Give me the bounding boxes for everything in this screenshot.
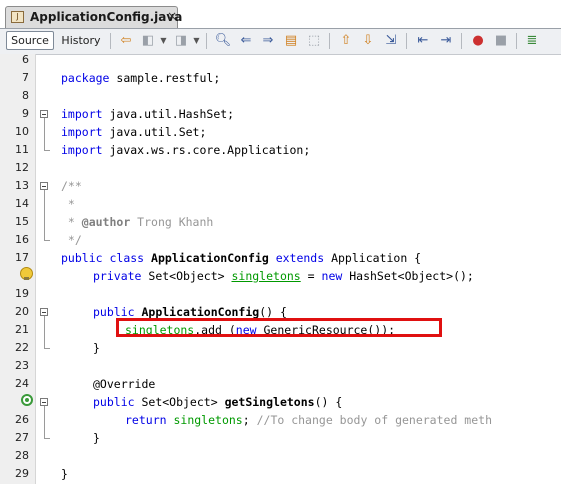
fold-guide <box>44 348 50 349</box>
shift-left-icon[interactable]: ⇤ <box>414 32 432 50</box>
code-line: } <box>93 431 100 445</box>
fold-toggle-icon[interactable] <box>40 182 48 190</box>
code-line: import java.util.HashSet; <box>61 107 235 121</box>
fold-toggle-icon[interactable] <box>40 308 48 316</box>
forward-dropdown-icon[interactable]: ▼ <box>192 32 201 50</box>
fold-guide <box>44 240 50 241</box>
code-editor[interactable]: 6 7 8 9 10 11 12 13 14 15 16 17 19 20 21… <box>0 53 561 484</box>
fold-guide <box>44 190 45 240</box>
find-icon[interactable]: 🔍︎ <box>214 32 232 50</box>
find-previous-icon[interactable]: ⇐ <box>237 32 255 50</box>
stop-macro-icon[interactable]: ■ <box>492 32 510 50</box>
fold-guide <box>44 316 45 348</box>
override-marker-icon[interactable] <box>21 394 33 406</box>
fold-guide <box>44 438 50 439</box>
file-tab-label: ApplicationConfig.java <box>30 10 183 24</box>
code-line: * @author Trong Khanh <box>61 215 214 229</box>
history-tab-button[interactable]: History <box>58 31 104 50</box>
line-number: 17 <box>15 251 29 264</box>
toolbar-separator <box>516 33 517 49</box>
back-icon[interactable]: ◧ <box>139 32 157 50</box>
fold-guide <box>44 150 50 151</box>
next-bookmark-icon[interactable]: ⇩ <box>359 32 377 50</box>
back-dropdown-icon[interactable]: ▼ <box>159 32 168 50</box>
line-number: 10 <box>15 125 29 138</box>
line-number: 15 <box>15 215 29 228</box>
line-number: 26 <box>15 413 29 426</box>
line-number: 6 <box>22 53 29 66</box>
editor-tab-bar: J ApplicationConfig.java × <box>0 0 561 28</box>
line-number: 24 <box>15 377 29 390</box>
fold-guide <box>44 118 45 150</box>
code-line: } <box>93 341 100 355</box>
line-number: 19 <box>15 287 29 300</box>
line-number: 29 <box>15 467 29 480</box>
file-tab[interactable]: J ApplicationConfig.java × <box>5 6 182 28</box>
close-tab-icon[interactable]: × <box>167 9 177 23</box>
code-line: */ <box>61 233 82 247</box>
shift-right-icon[interactable]: ⇥ <box>437 32 455 50</box>
fold-toggle-icon[interactable] <box>40 110 48 118</box>
line-number: 9 <box>22 107 29 120</box>
previous-bookmark-icon[interactable]: ⇧ <box>337 32 355 50</box>
code-line: public Set<Object> getSingletons() { <box>93 395 343 409</box>
find-next-icon[interactable]: ⇒ <box>259 32 277 50</box>
fold-guide <box>44 406 45 438</box>
code-line: package sample.restful; <box>61 71 221 85</box>
line-number: 7 <box>22 71 29 84</box>
toolbar-separator <box>461 33 462 49</box>
toolbar-separator <box>206 33 207 49</box>
fold-toggle-icon[interactable] <box>40 398 48 406</box>
line-number: 23 <box>15 359 29 372</box>
last-edit-icon[interactable]: ⇦ <box>117 32 135 50</box>
java-file-icon: J <box>11 11 24 23</box>
line-number: 12 <box>15 161 29 174</box>
comment-icon[interactable]: ≣ <box>523 32 541 50</box>
line-number: 28 <box>15 449 29 462</box>
lightbulb-hint-icon[interactable] <box>20 267 33 280</box>
line-number: 21 <box>15 323 29 336</box>
forward-icon[interactable]: ◨ <box>172 32 190 50</box>
source-tab-button[interactable]: Source <box>6 31 54 50</box>
code-line: } <box>61 467 68 481</box>
line-number: 16 <box>15 233 29 246</box>
toggle-rectangular-selection-icon[interactable]: ⬚ <box>305 32 323 50</box>
line-number: 14 <box>15 197 29 210</box>
line-number: 13 <box>15 179 29 192</box>
code-line: public class ApplicationConfig extends A… <box>61 251 422 265</box>
line-number: 20 <box>15 305 29 318</box>
toggle-highlight-icon[interactable]: ▤ <box>282 32 300 50</box>
code-line: /** <box>61 179 82 193</box>
toolbar-separator <box>110 33 111 49</box>
line-number: 27 <box>15 431 29 444</box>
code-line: import javax.ws.rs.core.Application; <box>61 143 311 157</box>
line-number: 8 <box>22 89 29 102</box>
toggle-bookmark-icon[interactable]: ⇲ <box>382 32 400 50</box>
start-macro-icon[interactable]: ● <box>469 32 487 50</box>
code-line: return singletons; //To change body of g… <box>125 413 492 427</box>
line-number: 11 <box>15 143 29 156</box>
toolbar-separator <box>329 33 330 49</box>
line-number: 22 <box>15 341 29 354</box>
toolbar-separator <box>406 33 407 49</box>
code-line: @Override <box>93 377 156 391</box>
highlight-annotation-box <box>116 318 442 337</box>
code-line: * <box>61 197 75 211</box>
code-line: import java.util.Set; <box>61 125 207 139</box>
code-line: private Set<Object> singletons = new Has… <box>93 269 474 283</box>
